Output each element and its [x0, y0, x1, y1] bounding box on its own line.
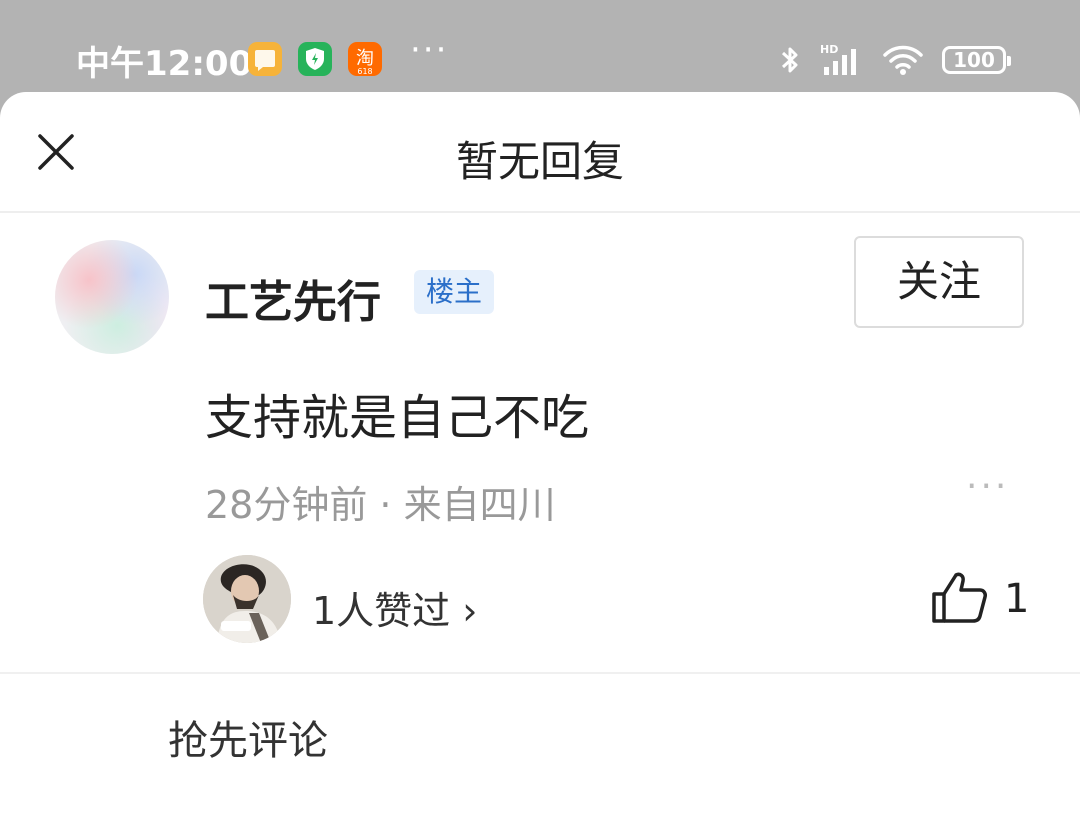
status-bar: 中午12:00 淘 618 ··· HD 100: [0, 0, 1080, 96]
notes-icon: [248, 42, 282, 76]
sheet-title: 暂无回复: [455, 137, 624, 186]
signal-icon: HD: [820, 43, 856, 75]
comment-input[interactable]: 抢先评论: [168, 708, 328, 766]
follow-button[interactable]: 关注: [854, 236, 1024, 328]
thumbs-up-icon[interactable]: [930, 570, 988, 624]
svg-text:618: 618: [357, 67, 372, 76]
reply-sheet: 暂无回复 工艺先行 楼主 关注 支持就是自己不吃 28分钟前 · 来自四川 ··…: [0, 92, 1080, 828]
avatar[interactable]: [55, 240, 169, 354]
svg-text:淘: 淘: [356, 48, 374, 69]
username[interactable]: 工艺先行: [205, 266, 381, 330]
status-overflow: ···: [410, 30, 449, 70]
divider: [0, 211, 1080, 213]
liker-avatar[interactable]: [203, 555, 291, 643]
status-time: 中午12:00: [76, 44, 253, 84]
svg-text:HD: HD: [820, 43, 838, 56]
status-right: HD 100: [778, 40, 1011, 80]
author-badge: 楼主: [414, 270, 495, 314]
shield-icon: [298, 42, 332, 76]
likes-summary[interactable]: 1人赞过 ›: [312, 580, 477, 635]
wifi-icon: [883, 45, 923, 75]
divider: [0, 672, 1080, 674]
more-options-icon[interactable]: ···: [966, 466, 1009, 507]
comment-meta: 28分钟前 · 来自四川: [205, 483, 556, 527]
comment-text: 支持就是自己不吃: [205, 390, 590, 446]
taobao-icon: 淘 618: [348, 42, 382, 76]
like-count: 1: [1004, 576, 1030, 622]
bluetooth-icon: [781, 47, 798, 73]
battery-icon: 100: [942, 46, 1011, 74]
